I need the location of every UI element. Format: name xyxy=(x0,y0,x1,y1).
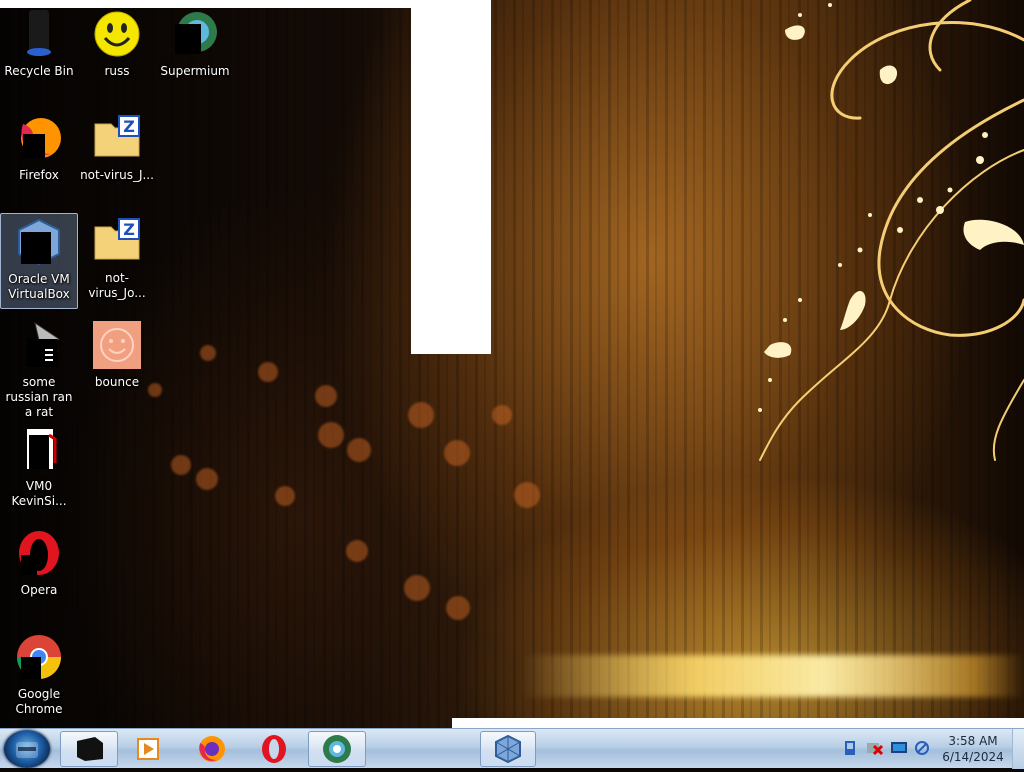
wallpaper-bokeh xyxy=(404,575,430,601)
clock-date: 6/14/2024 xyxy=(942,750,1004,764)
wallpaper-swirl xyxy=(758,0,1024,461)
desktop-icon-label: Firefox xyxy=(19,168,59,182)
volume-muted-icon[interactable] xyxy=(866,740,884,756)
desktop-icon-label: not-virus_J... xyxy=(80,168,154,182)
blank-window-area xyxy=(411,0,491,354)
recycle-bin-icon xyxy=(15,10,63,58)
opera-icon xyxy=(15,529,63,577)
clock-time: 3:58 AM xyxy=(948,734,998,748)
bounce-icon xyxy=(93,321,141,369)
svg-text:Z: Z xyxy=(123,220,135,239)
wallpaper-bokeh xyxy=(408,402,434,428)
desktop-icon-label: Oracle VM VirtualBox xyxy=(8,272,70,301)
taskbar-button-opera[interactable] xyxy=(246,731,302,767)
desktop-icon-label: bounce xyxy=(94,375,140,389)
zip-folder-icon: Z xyxy=(93,114,141,162)
desktop-icon-label: VM0 KevinSi... xyxy=(11,479,67,508)
taskbar-button-black-window[interactable] xyxy=(60,731,118,767)
desktop-icon-supermium[interactable]: Supermium xyxy=(156,6,234,102)
svg-text:Z: Z xyxy=(123,117,135,136)
desktop-icon-not-virus-jo[interactable]: Z not-virus_Jo... xyxy=(78,213,156,309)
desktop-icon-russ[interactable]: russ xyxy=(78,6,156,102)
desktop-wallpaper: Recycle Bin russ Supermium Firefox Z not… xyxy=(0,0,1024,728)
wallpaper-bokeh xyxy=(275,486,295,506)
network-icon[interactable] xyxy=(842,740,858,756)
shortcut-app-icon xyxy=(15,321,63,369)
black-window-icon xyxy=(77,737,103,761)
desktop-icon-opera[interactable]: Opera xyxy=(0,525,78,621)
wallpaper-bokeh xyxy=(347,438,371,462)
show-desktop-button[interactable] xyxy=(1012,729,1024,769)
display-icon[interactable] xyxy=(890,740,907,756)
media-player-icon xyxy=(137,738,159,760)
desktop-icon-not-virus-j[interactable]: Z not-virus_J... xyxy=(78,110,156,206)
desktop-icon-some-russian-ran-a-rat[interactable]: some russian ran a rat xyxy=(0,317,78,419)
desktop-icon-label: Recycle Bin xyxy=(4,64,74,78)
zip-folder-icon: Z xyxy=(93,217,141,265)
wallpaper-bokeh xyxy=(200,345,216,361)
desktop-icon-virtualbox[interactable]: Oracle VM VirtualBox xyxy=(0,213,78,309)
desktop-icon-label: russ xyxy=(104,64,130,78)
wallpaper-bokeh xyxy=(315,385,337,407)
virtualbox-icon xyxy=(15,218,63,266)
document-shortcut-icon xyxy=(15,425,63,473)
taskbar-button-media-player[interactable] xyxy=(120,731,176,767)
taskbar: 3:58 AM 6/14/2024 xyxy=(0,728,1024,769)
chrome-icon xyxy=(15,633,63,681)
wallpaper-bokeh xyxy=(318,422,344,448)
desktop-icon-label: some russian ran a rat xyxy=(5,375,73,419)
desktop-icon-vm0[interactable]: VM0 KevinSi... xyxy=(0,421,78,517)
firefox-icon xyxy=(15,114,63,162)
wallpaper-bokeh xyxy=(196,468,218,490)
system-clock[interactable]: 3:58 AM 6/14/2024 xyxy=(940,733,1006,765)
wallpaper-bokeh xyxy=(346,540,368,562)
smiley-icon xyxy=(93,10,141,58)
desktop-icon-label: not-virus_Jo... xyxy=(88,271,146,300)
blank-window-area xyxy=(452,718,1024,728)
wallpaper-bokeh xyxy=(446,596,470,620)
supermium-icon xyxy=(171,10,219,58)
wallpaper-glow xyxy=(520,655,1024,697)
desktop-icon-label: Supermium xyxy=(160,64,230,78)
supermium-icon xyxy=(323,735,351,763)
desktop-icon-recycle-bin[interactable]: Recycle Bin xyxy=(0,6,78,102)
wallpaper-bokeh xyxy=(258,362,278,382)
wallpaper-bokeh xyxy=(444,440,470,466)
taskbar-button-virtualbox[interactable] xyxy=(480,731,536,767)
wallpaper-bokeh xyxy=(514,482,540,508)
opera-icon xyxy=(262,735,286,763)
start-button[interactable] xyxy=(4,730,50,768)
wallpaper-bokeh xyxy=(492,405,512,425)
desktop-icon-google-chrome[interactable]: Google Chrome xyxy=(0,629,78,725)
desktop-icon-label: Google Chrome xyxy=(15,687,63,716)
firefox-icon xyxy=(199,736,225,762)
desktop-icon-firefox[interactable]: Firefox xyxy=(0,110,78,206)
taskbar-button-firefox[interactable] xyxy=(184,731,240,767)
taskbar-button-supermium[interactable] xyxy=(308,731,366,767)
desktop-icon-bounce[interactable]: bounce xyxy=(78,317,156,413)
desktop-icon-label: Opera xyxy=(20,583,58,597)
windows-start-icon xyxy=(16,742,38,758)
virtualbox-icon xyxy=(495,734,521,764)
connection-icon[interactable] xyxy=(914,740,930,756)
wallpaper-bokeh xyxy=(171,455,191,475)
